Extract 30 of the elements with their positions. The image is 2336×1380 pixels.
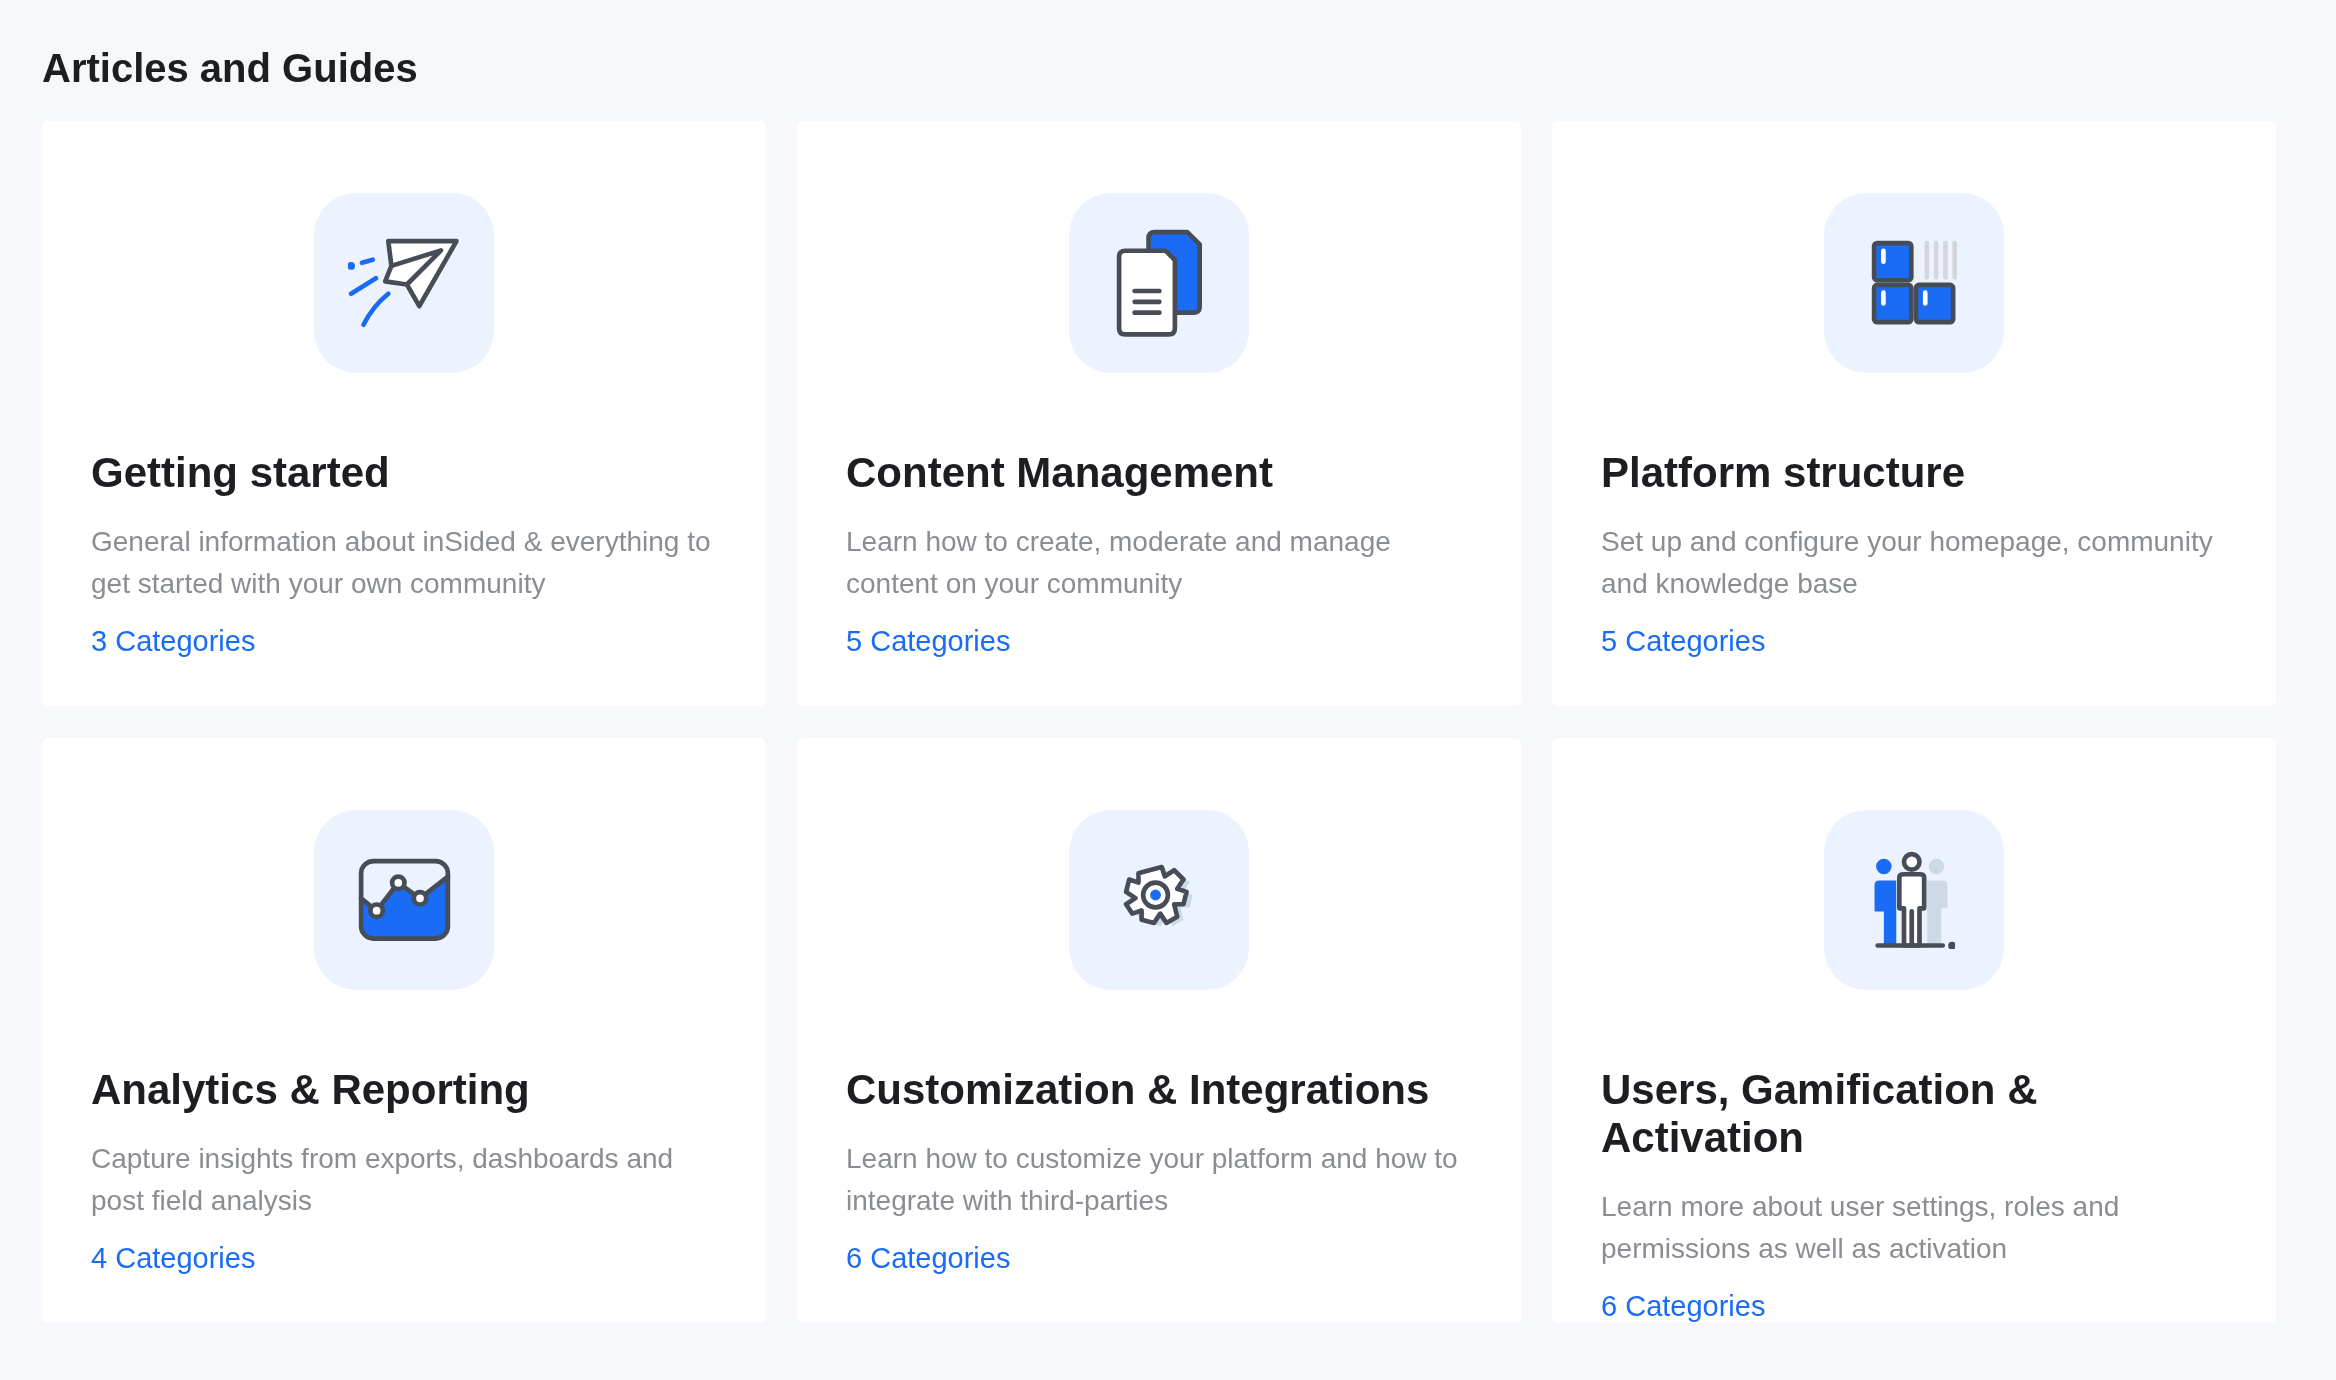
card-title: Users, Gamification & Activation — [1601, 1066, 2039, 1162]
line-chart-icon — [357, 858, 451, 942]
people-icon — [1872, 851, 1956, 949]
categories-link[interactable]: 6 Categories — [846, 1242, 1011, 1275]
card-description: General information about inSided & everything to get started with your own community — [91, 525, 712, 601]
category-card[interactable]: Getting started General information about inSided & everything to get started with your own community 3 Categories — [42, 121, 766, 706]
blocks-icon — [1870, 240, 1958, 326]
documents-icon — [1115, 228, 1203, 338]
card-title: Getting started — [91, 449, 391, 497]
paper-plane-icon — [348, 238, 460, 328]
category-card[interactable]: Content Management Learn how to create, moderate and manage content on your community 5 Categories — [797, 121, 1521, 706]
categories-link[interactable]: 5 Categories — [1601, 625, 1766, 658]
card-description: Learn how to create, moderate and manage content on your community — [846, 525, 1392, 601]
card-description: Learn more about user settings, roles and permissions as well as activation — [1601, 1190, 2121, 1266]
categories-link[interactable]: 6 Categories — [1601, 1290, 1766, 1323]
section-heading: Articles and Guides — [42, 46, 419, 91]
category-card[interactable]: Analytics & Reporting Capture insights from exports, dashboards and post field analysis 4 Categories — [42, 738, 766, 1323]
categories-link[interactable]: 5 Categories — [846, 625, 1011, 658]
category-card[interactable]: Customization & Integrations Learn how to customize your platform and how to integrate with third-parties 6 Categories — [797, 738, 1521, 1323]
category-card[interactable]: Users, Gamification & Activation Learn more about user settings, roles and permissions as well as activation 6 Categories — [1552, 738, 2276, 1323]
card-description: Capture insights from exports, dashboards and post field analysis — [91, 1142, 675, 1218]
card-title: Content Management — [846, 449, 1274, 497]
card-description: Set up and configure your homepage, community and knowledge base — [1601, 525, 2214, 601]
categories-link[interactable]: 3 Categories — [91, 625, 256, 658]
card-title: Customization & Integrations — [846, 1066, 1431, 1114]
card-description: Learn how to customize your platform and how to integrate with third-parties — [846, 1142, 1459, 1218]
categories-link[interactable]: 4 Categories — [91, 1242, 256, 1275]
category-card[interactable]: Platform structure Set up and configure your homepage, community and knowledge base 5 Categories — [1552, 121, 2276, 706]
card-title: Analytics & Reporting — [91, 1066, 531, 1114]
card-title: Platform structure — [1601, 449, 1967, 497]
